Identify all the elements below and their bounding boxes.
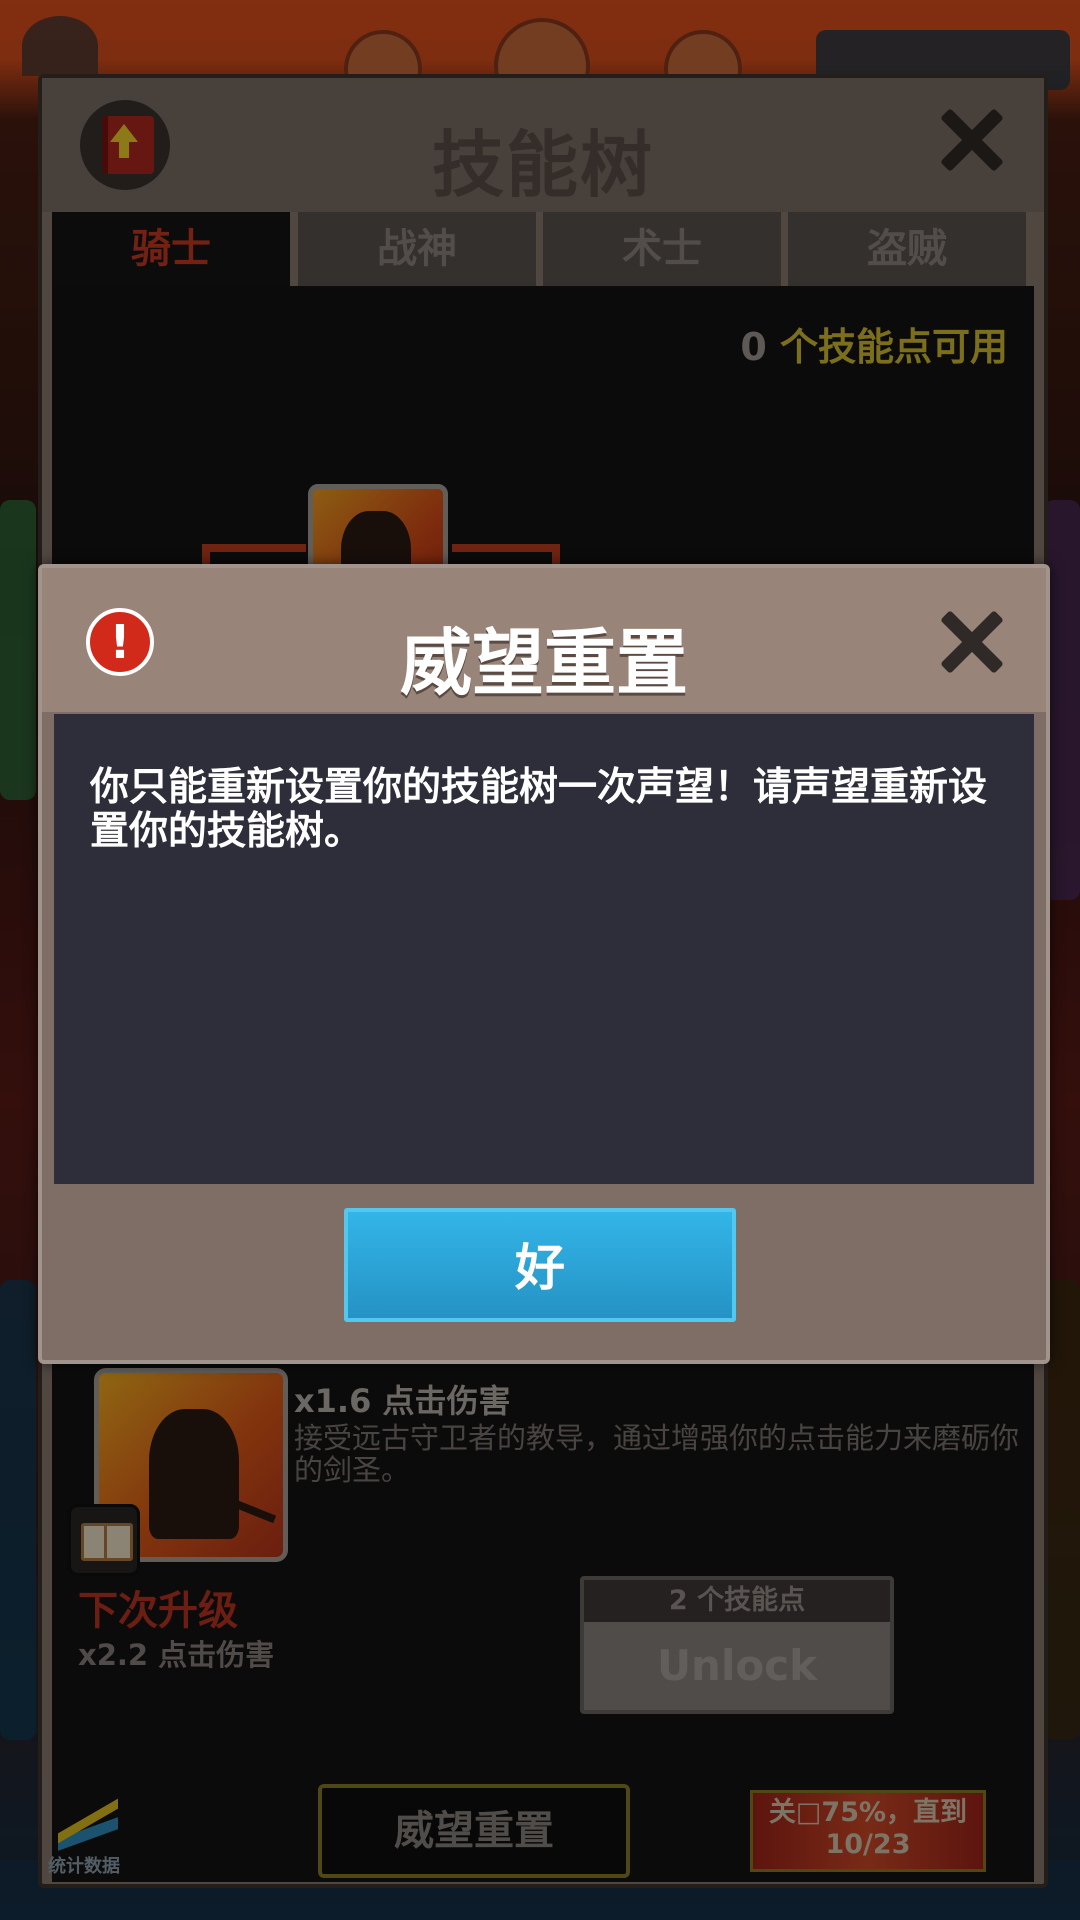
prestige-reset-dialog: ! 威望重置 你只能重新设置你的技能树一次声望！请声望重新设置你的技能树。 好 — [38, 564, 1050, 1364]
dialog-body: 你只能重新设置你的技能树一次声望！请声望重新设置你的技能树。 — [54, 714, 1034, 1184]
dialog-header: ! 威望重置 — [42, 568, 1046, 712]
dialog-title: 威望重置 — [399, 621, 688, 705]
close-icon[interactable] — [938, 608, 1004, 674]
ok-button[interactable]: 好 — [344, 1208, 736, 1322]
dialog-message: 你只能重新设置你的技能树一次声望！请声望重新设置你的技能树。 — [90, 765, 988, 854]
